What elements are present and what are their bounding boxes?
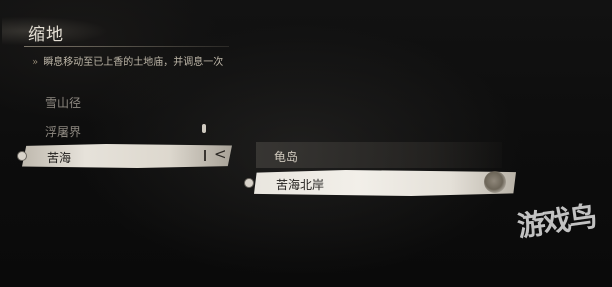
description-text: 瞬息移动至已上香的土地庙，并调息一次 [43, 57, 224, 68]
selection-bullet-icon [244, 178, 254, 188]
page-description: » 瞬息移动至已上香的土地庙，并调息一次 [32, 53, 223, 68]
shrine-item-label: 苦海北岸 [276, 178, 325, 192]
region-item-label: 苦海 [47, 151, 72, 165]
shrine-item-label: 龟岛 [274, 150, 299, 164]
watermark-logo: 游戏鸟 [515, 199, 598, 244]
region-item-snow-mountain[interactable]: 雪山径 [45, 94, 81, 111]
shrine-emblem-icon [484, 171, 506, 193]
chevron-left-icon: < [214, 145, 227, 163]
region-item-futu[interactable]: 浮屠界 [45, 123, 81, 140]
fast-travel-screen: 缩地 » 瞬息移动至已上香的土地庙，并调息一次 雪山径 浮屠界 苦海 < 龟岛 … [0, 0, 612, 287]
current-location-marker-icon [202, 124, 206, 133]
title-divider [24, 46, 229, 47]
current-location-marker-icon [204, 150, 206, 161]
arrow-icon: » [32, 57, 39, 68]
page-title: 缩地 [28, 25, 64, 45]
selection-bullet-icon [17, 151, 27, 161]
